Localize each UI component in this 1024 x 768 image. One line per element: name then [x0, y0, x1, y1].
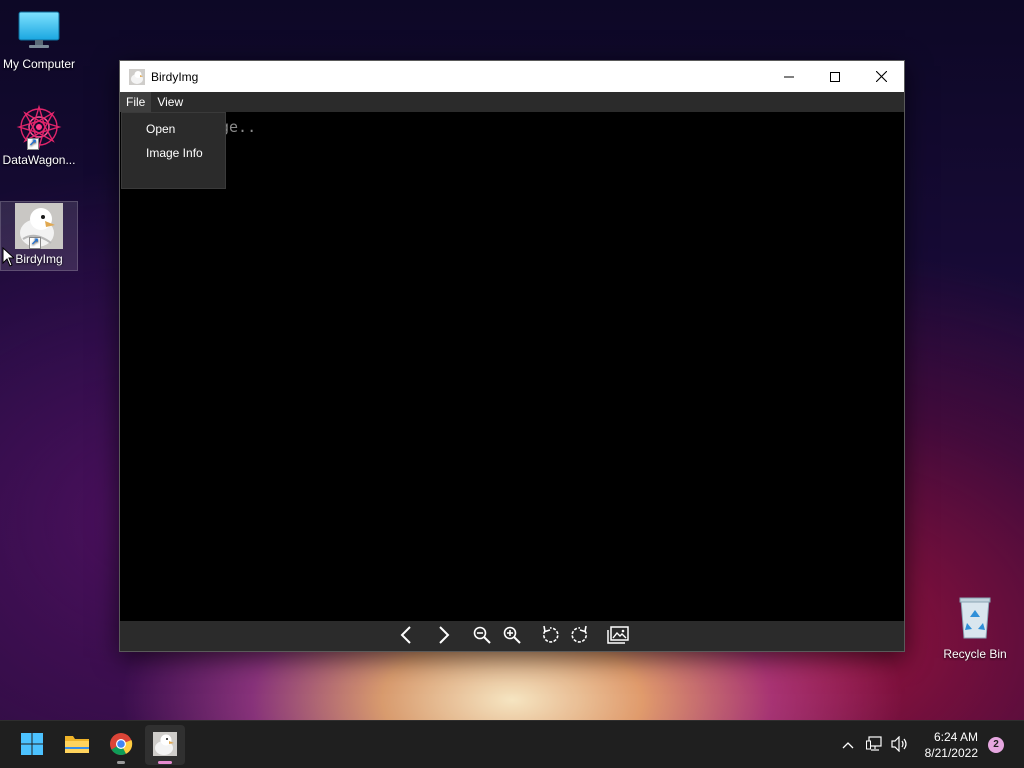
rotate-left-button[interactable]	[535, 621, 565, 651]
minimize-icon	[784, 69, 794, 85]
desktop-icon-recycle-bin[interactable]: Recycle Bin	[936, 596, 1014, 662]
previous-icon	[399, 625, 413, 647]
desktop-icon-label: My Computer	[2, 57, 76, 71]
desktop-icon-my-computer[interactable]: My Computer	[0, 8, 78, 74]
taskbar-chrome[interactable]	[101, 725, 141, 765]
system-clock[interactable]: 6:24 AM 8/21/2022	[925, 729, 978, 761]
active-indicator	[158, 761, 172, 764]
notification-badge[interactable]: 2	[988, 737, 1004, 753]
desktop-icon-datawagon[interactable]: ↗ DataWagon...	[0, 104, 78, 174]
birdyimg-window: BirdyImg File View ge.. Open Image Info	[119, 60, 905, 652]
desktop-icon-label: DataWagon...	[2, 153, 76, 167]
zoom-out-icon	[473, 626, 491, 647]
rotate-right-button[interactable]	[565, 621, 595, 651]
clock-time: 6:24 AM	[933, 730, 978, 744]
menu-bar: File View	[120, 92, 904, 112]
title-bar[interactable]: BirdyImg	[120, 61, 904, 92]
datawagon-icon: ↗	[15, 104, 63, 153]
zoom-out-button[interactable]	[467, 621, 497, 651]
windows-start-icon	[20, 732, 44, 759]
clock-date: 8/21/2022	[924, 746, 978, 760]
next-icon	[437, 625, 451, 647]
rotate-left-icon	[540, 625, 560, 648]
shortcut-arrow-icon: ↗	[27, 138, 39, 150]
menu-file[interactable]: File	[120, 92, 152, 112]
taskbar-file-explorer[interactable]	[57, 725, 97, 765]
mouse-cursor-icon	[2, 246, 16, 270]
gallery-button[interactable]	[603, 621, 633, 651]
menu-view[interactable]: View	[151, 92, 189, 112]
birdyimg-icon: ↗	[15, 203, 63, 252]
folder-icon	[64, 733, 90, 758]
menu-item-open[interactable]: Open	[122, 119, 225, 143]
shortcut-arrow-icon: ↗	[29, 237, 41, 249]
maximize-icon	[830, 69, 840, 85]
rotate-right-icon	[570, 625, 590, 648]
maximize-button[interactable]	[812, 61, 858, 92]
minimize-button[interactable]	[766, 61, 812, 92]
tray-overflow-button[interactable]	[838, 721, 858, 768]
close-icon	[875, 69, 887, 85]
zoom-in-icon	[503, 626, 521, 647]
next-button[interactable]	[429, 621, 459, 651]
recycle-bin-icon	[955, 596, 995, 643]
previous-button[interactable]	[391, 621, 421, 651]
chrome-icon	[109, 732, 133, 759]
menu-item-image-info[interactable]: Image Info	[122, 143, 225, 167]
chevron-up-icon	[842, 738, 854, 752]
taskbar-birdyimg[interactable]	[145, 725, 185, 765]
volume-button[interactable]	[889, 721, 911, 768]
volume-icon	[891, 735, 909, 755]
birdyimg-icon	[129, 68, 145, 85]
close-button[interactable]	[858, 61, 904, 92]
gallery-icon	[607, 625, 629, 647]
birdyimg-icon	[153, 731, 177, 759]
image-canvas[interactable]: ge..	[120, 112, 904, 622]
file-menu-dropdown: Open Image Info	[121, 112, 226, 189]
taskbar: 6:24 AM 8/21/2022 2	[0, 720, 1024, 768]
zoom-in-button[interactable]	[497, 621, 527, 651]
start-button[interactable]	[12, 725, 52, 765]
network-button[interactable]	[864, 721, 886, 768]
window-title: BirdyImg	[151, 69, 199, 84]
monitor-icon	[17, 10, 61, 53]
viewer-toolbar	[120, 621, 904, 651]
network-icon	[866, 735, 884, 755]
running-indicator	[117, 761, 125, 764]
desktop-icon-label: Recycle Bin	[943, 647, 1007, 661]
